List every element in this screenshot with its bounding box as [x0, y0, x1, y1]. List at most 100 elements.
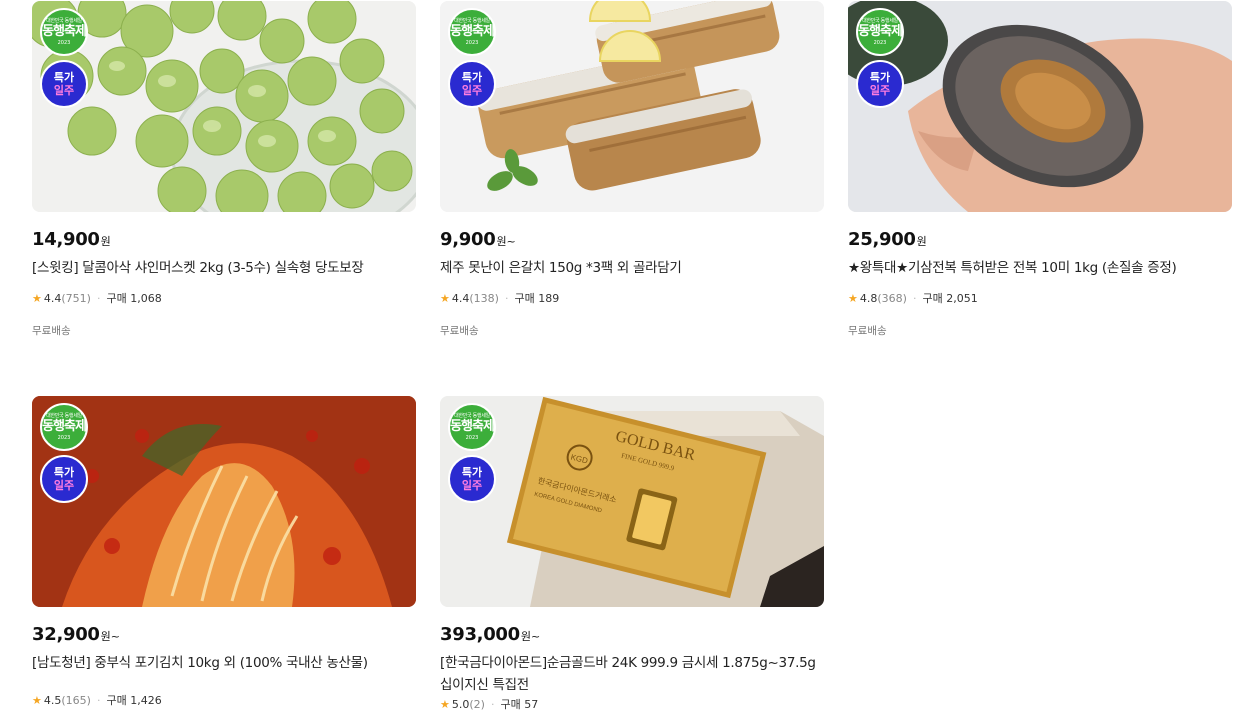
purchase-label: 구매 [106, 292, 127, 305]
price-unit: 원 [916, 235, 927, 248]
product-stats: ★ 5.0 (2) · 구매 57 [440, 696, 824, 712]
product-image[interactable]: 대한민국 동행세일 동행축제 2023 특가 일주 [440, 1, 824, 212]
free-shipping-label: 무료배송 [32, 325, 71, 337]
hairtail-fish-photo [440, 1, 824, 212]
festival-badge: 대한민국 동행세일 동행축제 2023 [40, 8, 88, 56]
separator-dot: · [96, 291, 101, 305]
price-value: 32,900 [32, 624, 100, 645]
review-count: (165) [61, 693, 91, 707]
rating-value: 4.4 [451, 291, 470, 305]
product-card-1[interactable]: 대한민국 동행세일 동행축제 2023 특가 일주 14,900 원 [스윗킹]… [32, 1, 416, 338]
special-deal-badge: 특가 일주 [856, 60, 904, 108]
festival-badge-year: 2023 [57, 435, 71, 441]
purchase-label: 구매 [500, 698, 521, 711]
purchase-count: 57 [524, 697, 539, 711]
product-title[interactable]: ★왕특대★기삼전복 특허받은 전복 10미 1kg (손질솔 증정) [848, 257, 1232, 279]
purchase-count: 2,051 [946, 291, 978, 305]
gold-bar-photo: KGD GOLD BAR FINE GOLD 999.9 한국금다이아몬드거래소… [440, 396, 824, 607]
purchase-label: 구매 [514, 292, 535, 305]
deal-badge-line2: 일주 [53, 479, 75, 492]
star-icon: ★ [848, 291, 858, 305]
deal-badge-line2: 일주 [461, 84, 483, 97]
deal-badge-line1: 특가 [53, 71, 75, 84]
deal-badge-line1: 특가 [461, 71, 483, 84]
product-stats: ★ 4.8 (368) · 구매 2,051 [848, 290, 1232, 306]
grapes-photo [32, 1, 416, 212]
festival-badge-year: 2023 [873, 40, 887, 46]
product-title[interactable]: [한국금다이아몬드]순금골드바 24K 999.9 금시세 1.875g~37.… [440, 652, 824, 696]
price-value: 25,900 [848, 229, 916, 250]
star-icon: ★ [440, 291, 450, 305]
free-shipping-label: 무료배송 [440, 325, 479, 337]
festival-badge-top: 대한민국 동행세일 [454, 413, 490, 419]
deal-badge-line1: 특가 [461, 466, 483, 479]
special-deal-badge: 특가 일주 [448, 455, 496, 503]
product-price: 9,900 원~ [440, 229, 824, 251]
review-count: (138) [469, 291, 499, 305]
rating-value: 4.5 [43, 693, 62, 707]
product-title[interactable]: 제주 못난이 은갈치 150g *3팩 외 골라담기 [440, 257, 824, 279]
purchase-label: 구매 [922, 292, 943, 305]
purchase-count: 1,068 [130, 291, 162, 305]
festival-badge-main: 동행축제 [450, 24, 495, 39]
festival-badge-year: 2023 [465, 40, 479, 46]
festival-badge-year: 2023 [57, 40, 71, 46]
deal-badge-line1: 특가 [53, 466, 75, 479]
rating-value: 5.0 [451, 697, 470, 711]
product-stats: ★ 4.5 (165) · 구매 1,426 [32, 692, 416, 708]
special-deal-badge: 특가 일주 [40, 60, 88, 108]
product-price: 25,900 원 [848, 229, 1232, 251]
star-icon: ★ [440, 697, 450, 711]
product-card-5[interactable]: KGD GOLD BAR FINE GOLD 999.9 한국금다이아몬드거래소… [440, 396, 824, 712]
product-card-3[interactable]: 대한민국 동행세일 동행축제 2023 특가 일주 25,900 원 ★왕특대★… [848, 1, 1232, 338]
purchase-count: 189 [538, 291, 560, 305]
festival-badge: 대한민국 동행세일 동행축제 2023 [448, 403, 496, 451]
product-image[interactable]: 대한민국 동행세일 동행축제 2023 특가 일주 [848, 1, 1232, 212]
product-image[interactable]: KGD GOLD BAR FINE GOLD 999.9 한국금다이아몬드거래소… [440, 396, 824, 607]
product-title[interactable]: [스윗킹] 달콤아삭 샤인머스켓 2kg (3-5수) 실속형 당도보장 [32, 257, 416, 279]
product-image[interactable]: 대한민국 동행세일 동행축제 2023 특가 일주 [32, 396, 416, 607]
review-count: (368) [877, 291, 907, 305]
festival-badge-top: 대한민국 동행세일 [454, 18, 490, 24]
product-image[interactable]: 대한민국 동행세일 동행축제 2023 특가 일주 [32, 1, 416, 212]
separator-dot: · [504, 291, 509, 305]
special-deal-badge: 특가 일주 [448, 60, 496, 108]
purchase-label: 구매 [106, 694, 127, 707]
kimchi-photo [32, 396, 416, 607]
festival-badge: 대한민국 동행세일 동행축제 2023 [40, 403, 88, 451]
price-unit: 원 [100, 235, 111, 248]
star-icon: ★ [32, 291, 42, 305]
separator-dot: · [912, 291, 917, 305]
review-count: (751) [61, 291, 91, 305]
product-title[interactable]: [남도청년] 중부식 포기김치 10kg 외 (100% 국내산 농산물) [32, 652, 416, 674]
rating-value: 4.4 [43, 291, 62, 305]
star-icon: ★ [32, 693, 42, 707]
deal-badge-line2: 일주 [53, 84, 75, 97]
rating-value: 4.8 [859, 291, 878, 305]
abalone-photo [848, 1, 1232, 212]
price-unit: 원~ [100, 630, 121, 643]
review-count: (2) [469, 697, 485, 711]
special-deal-badge: 특가 일주 [40, 455, 88, 503]
festival-badge-year: 2023 [465, 435, 479, 441]
price-value: 14,900 [32, 229, 100, 250]
deal-badge-line2: 일주 [869, 84, 891, 97]
purchase-count: 1,426 [130, 693, 162, 707]
festival-badge-main: 동행축제 [858, 24, 903, 39]
product-stats: ★ 4.4 (751) · 구매 1,068 [32, 290, 416, 306]
separator-dot: · [96, 693, 101, 707]
price-value: 9,900 [440, 229, 496, 250]
deal-badge-line1: 특가 [869, 71, 891, 84]
product-stats: ★ 4.4 (138) · 구매 189 [440, 290, 824, 306]
festival-badge-main: 동행축제 [450, 419, 495, 434]
festival-badge: 대한민국 동행세일 동행축제 2023 [448, 8, 496, 56]
price-unit: 원~ [520, 630, 541, 643]
price-unit: 원~ [496, 235, 516, 248]
festival-badge-main: 동행축제 [42, 24, 87, 39]
separator-dot: · [490, 697, 495, 711]
price-value: 393,000 [440, 624, 520, 645]
festival-badge-top: 대한민국 동행세일 [862, 18, 898, 24]
festival-badge-main: 동행축제 [42, 419, 87, 434]
product-card-2[interactable]: 대한민국 동행세일 동행축제 2023 특가 일주 9,900 원~ 제주 못난… [440, 1, 824, 338]
product-card-4[interactable]: 대한민국 동행세일 동행축제 2023 특가 일주 32,900 원~ [남도청… [32, 396, 416, 708]
